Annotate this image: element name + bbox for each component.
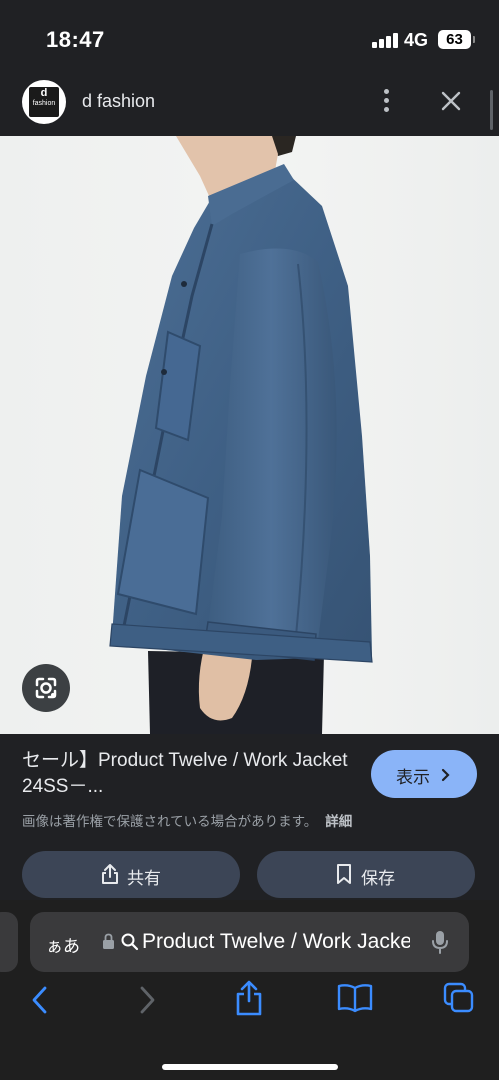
address-bar[interactable]: ぁあ Product Twelve / Work Jacket 24SS (30, 912, 469, 972)
share-button-label: 共有 (127, 869, 161, 888)
battery-level: 63 (446, 31, 463, 48)
lock-icon (103, 933, 114, 949)
book-icon[interactable] (337, 983, 373, 1013)
product-image[interactable] (0, 136, 499, 734)
signal-icon (372, 33, 398, 48)
share-icon[interactable] (234, 979, 264, 1017)
site-logo[interactable]: d fashion (22, 80, 66, 124)
copyright-notice: 画像は著作権で保護されている場合があります。 詳細 (22, 810, 352, 830)
reader-options-button[interactable]: ぁあ (46, 932, 80, 957)
chevron-right-icon (441, 767, 451, 787)
microphone-icon[interactable] (430, 929, 450, 955)
view-button[interactable]: 表示 (371, 750, 477, 798)
close-icon[interactable] (436, 86, 466, 116)
status-time: 18:47 (46, 27, 105, 52)
status-bar: 18:47 4G 63 (0, 0, 499, 70)
google-lens-icon[interactable] (22, 664, 70, 712)
search-icon (121, 933, 139, 951)
more-vert-icon[interactable] (374, 86, 400, 116)
logo-mark: d fashion (29, 87, 59, 117)
browser-nav (0, 980, 499, 1029)
share-button[interactable]: 共有 (22, 851, 240, 898)
share-icon (102, 864, 118, 884)
home-indicator (162, 1064, 338, 1070)
copyright-text: 画像は著作権で保護されている場合があります。 (22, 814, 318, 829)
jacket-photo (109, 136, 373, 734)
bookmark-icon (337, 864, 351, 884)
previous-tab[interactable] (0, 912, 18, 972)
battery-icon: 63 (438, 30, 475, 49)
image-title[interactable]: セール】Product Twelve / Work Jacket 24SS－..… (22, 748, 352, 800)
view-button-label: 表示 (396, 768, 430, 787)
forward-arrow-icon[interactable] (137, 985, 157, 1015)
network-type: 4G (404, 30, 429, 50)
back-arrow-icon[interactable] (30, 985, 50, 1015)
image-source-header: d fashion d fashion (0, 70, 499, 136)
logo-letter: d (40, 87, 48, 99)
save-button-label: 保存 (361, 869, 395, 888)
logo-word: fashion (32, 100, 56, 107)
url-text[interactable]: Product Twelve / Work Jacket 24SS (142, 930, 410, 954)
scroll-indicator (490, 90, 493, 130)
save-button[interactable]: 保存 (257, 851, 475, 898)
browser-toolbar: ぁあ Product Twelve / Work Jacket 24SS (0, 900, 499, 1080)
site-name[interactable]: d fashion (82, 91, 155, 112)
details-link[interactable]: 詳細 (325, 814, 352, 829)
tabs-icon[interactable] (442, 981, 476, 1015)
